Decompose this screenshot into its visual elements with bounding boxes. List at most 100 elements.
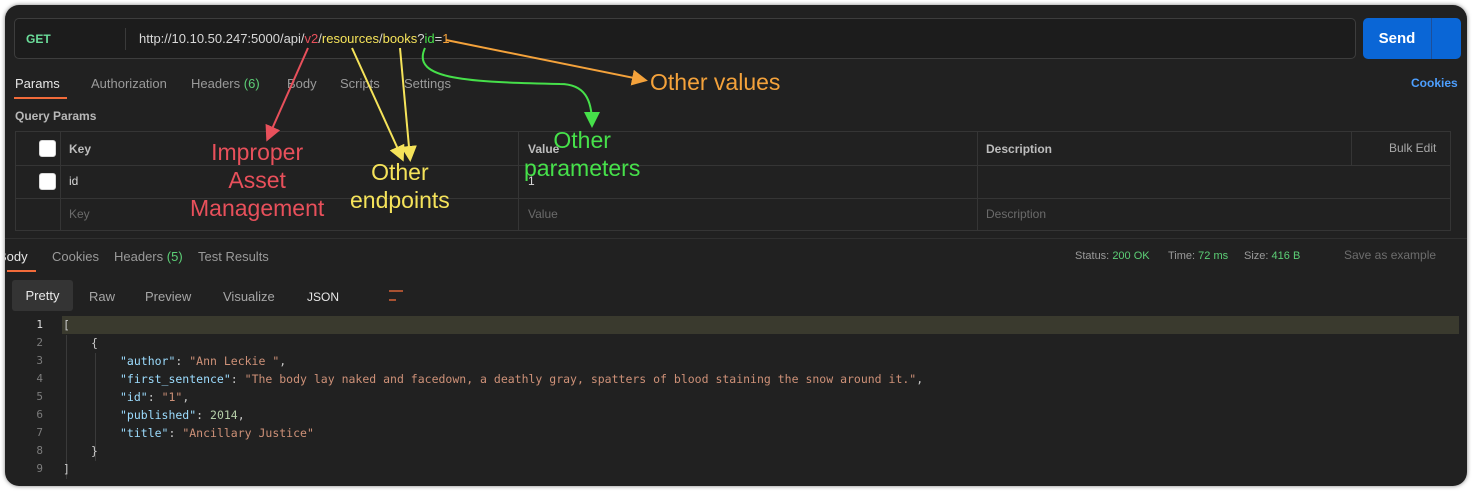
json-comma: , (916, 372, 924, 386)
json-field-author: "author": "Ann Leckie ", (120, 354, 287, 368)
response-tab-headers-count: (5) (166, 249, 183, 264)
param-row-checkbox[interactable] (39, 173, 56, 190)
line-number: 3 (36, 354, 43, 367)
size-value: 416 B (1271, 250, 1301, 262)
response-body-viewer[interactable]: 1 2 3 4 5 6 7 8 9 [ { "author": "Ann Lec… (5, 315, 1467, 486)
active-response-tab-indicator (7, 270, 36, 272)
url-segment: 1 (442, 31, 450, 46)
json-field-title: "title": "Ancillary Justice" (120, 426, 314, 440)
active-tab-indicator (14, 97, 67, 99)
json-comma: , (279, 354, 287, 368)
table-divider (518, 132, 519, 230)
json-close-brace: } (91, 444, 98, 458)
bulk-edit-button[interactable]: Bulk Edit (1389, 141, 1436, 155)
line-number: 1 (36, 318, 43, 331)
json-open-brace: { (91, 336, 98, 350)
query-params-title: Query Params (15, 109, 97, 123)
line-number: 9 (36, 462, 43, 475)
response-tab-body[interactable]: Body (5, 249, 28, 264)
save-as-example-button[interactable]: Save as example (1344, 248, 1436, 262)
url-segment: id (424, 31, 435, 46)
time-label: Time: (1168, 250, 1196, 262)
line-number: 7 (36, 426, 43, 439)
status-value: 200 OK (1112, 250, 1150, 262)
format-select[interactable]: JSON (307, 289, 339, 304)
json-string-value: "1" (161, 390, 183, 404)
format-select-value: JSON (307, 290, 340, 304)
line-number: 2 (36, 336, 43, 349)
cookies-link[interactable]: Cookies (1411, 76, 1458, 90)
table-divider (1351, 132, 1352, 165)
tab-headers-label: Headers (191, 76, 241, 91)
tab-headers-count: (6) (243, 76, 260, 91)
url-segment: resources (321, 31, 379, 46)
response-divider (5, 238, 1467, 239)
json-field-published: "published": 2014, (120, 408, 245, 422)
method-separator (125, 28, 126, 50)
status-label: Status: (1075, 250, 1110, 262)
line-number: 5 (36, 390, 43, 403)
json-key: "first_sentence" (120, 372, 231, 386)
line-number: 6 (36, 408, 43, 421)
url-segment: v2 (304, 31, 319, 46)
json-key: "id" (120, 390, 148, 404)
time-value: 72 ms (1198, 250, 1229, 262)
line-number: 4 (36, 372, 43, 385)
json-string-value: "The body lay naked and facedown, a deat… (244, 372, 917, 386)
annotation-improper-asset-management: Improper Asset Management (190, 139, 325, 221)
http-method-select[interactable]: GET (26, 32, 51, 46)
json-key: "author" (120, 354, 176, 368)
send-button[interactable]: Send (1363, 18, 1461, 59)
response-tab-headers-label: Headers (114, 249, 164, 264)
column-header-description: Description (986, 142, 1053, 156)
response-tab-test-results[interactable]: Test Results (198, 249, 269, 264)
annotation-other-values: Other values (650, 69, 781, 95)
send-button-label: Send (1378, 30, 1416, 47)
view-tab-preview[interactable]: Preview (145, 289, 191, 304)
column-header-key: Key (69, 142, 92, 156)
json-key: "published" (120, 408, 197, 422)
time-indicator: Time: 72 ms (1168, 250, 1228, 262)
tab-headers[interactable]: Headers (6) (191, 76, 260, 91)
tab-params[interactable]: Params (15, 76, 60, 91)
line-number: 8 (36, 444, 43, 457)
table-divider (60, 132, 61, 230)
json-number-value: 2014 (210, 408, 238, 422)
current-line-highlight (62, 316, 1459, 334)
url-segment: http://10.10.50.247:5000/api/ (139, 31, 305, 46)
new-param-description-input[interactable]: Description (986, 207, 1046, 221)
view-tab-pretty[interactable]: Pretty (12, 280, 73, 311)
param-key-input[interactable]: id (69, 174, 78, 188)
view-tab-visualize[interactable]: Visualize (223, 289, 275, 304)
new-param-value-input[interactable]: Value (528, 207, 558, 221)
url-segment: ? (417, 31, 425, 46)
response-tab-headers[interactable]: Headers (5) (114, 249, 183, 264)
request-url-input[interactable]: http://10.10.50.247:5000/api/v2/resource… (139, 31, 449, 46)
tab-body[interactable]: Body (287, 76, 317, 91)
json-comma: , (237, 408, 245, 422)
json-close-bracket: ] (63, 462, 70, 476)
wrap-lines-icon[interactable] (389, 289, 403, 303)
json-field-id: "id": "1", (120, 390, 190, 404)
size-indicator: Size: 416 B (1244, 250, 1300, 262)
response-tab-cookies[interactable]: Cookies (52, 249, 99, 264)
annotation-other-parameters: Other parameters (524, 127, 641, 181)
json-string-value: "Ann Leckie " (189, 354, 280, 368)
view-tab-raw[interactable]: Raw (89, 289, 115, 304)
size-label: Size: (1244, 250, 1269, 262)
send-split-divider (1431, 18, 1432, 59)
indent-guide (66, 335, 67, 479)
json-string-value: "Ancillary Justice" (182, 426, 314, 440)
new-param-key-input[interactable]: Key (69, 207, 90, 221)
annotation-other-endpoints: Other endpoints (350, 159, 450, 213)
json-field-first-sentence: "first_sentence": "The body lay naked an… (120, 372, 924, 386)
json-open-bracket: [ (63, 318, 70, 332)
status-indicator: Status: 200 OK (1075, 250, 1150, 262)
url-segment: books (382, 31, 418, 46)
tab-scripts[interactable]: Scripts (340, 76, 380, 91)
tab-authorization[interactable]: Authorization (91, 76, 167, 91)
table-divider (977, 132, 978, 230)
tab-settings[interactable]: Settings (404, 76, 451, 91)
json-comma: , (182, 390, 190, 404)
select-all-checkbox[interactable] (39, 140, 56, 157)
